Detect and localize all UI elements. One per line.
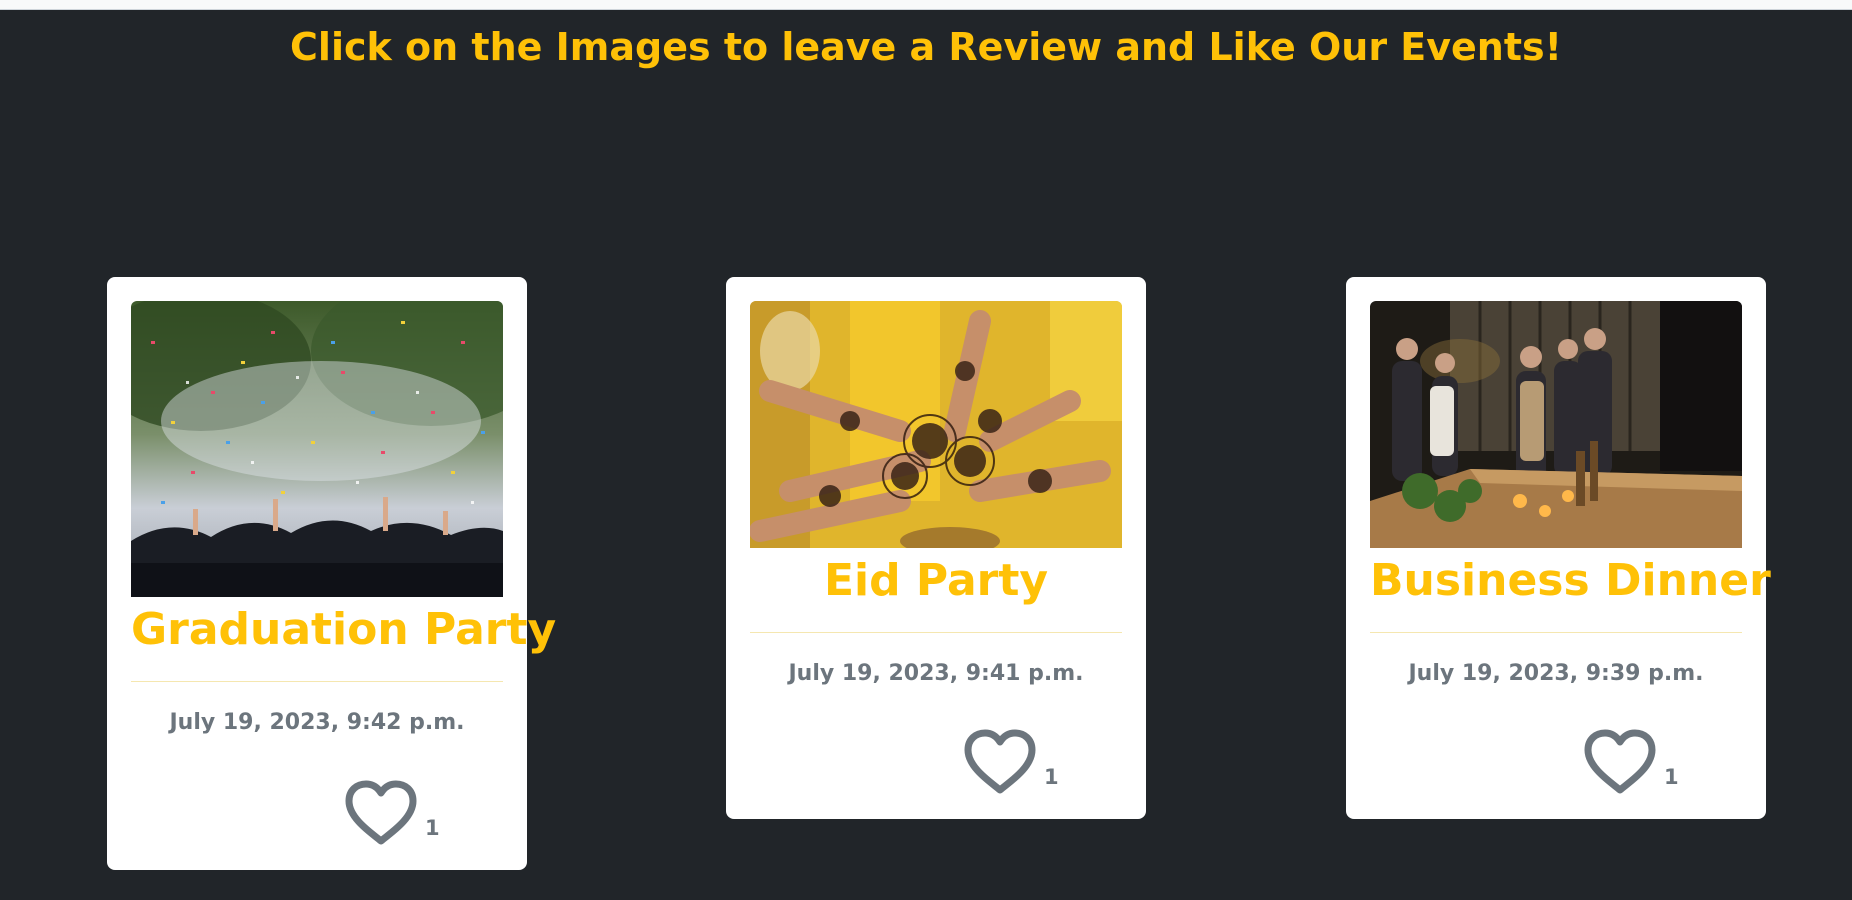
event-date: July 19, 2023, 9:39 p.m.	[1408, 661, 1704, 686]
divider	[1370, 632, 1742, 633]
divider	[750, 632, 1122, 633]
event-card-graduation: Graduation Party July 19, 2023, 9:42 p.m…	[107, 277, 557, 870]
event-image-link-business[interactable]	[1370, 301, 1742, 548]
event-title: Business Dinner	[1370, 555, 1771, 606]
business-dinner-image	[1370, 301, 1742, 548]
heart-icon[interactable]	[343, 779, 419, 847]
like-count: 1	[1664, 765, 1679, 789]
event-image-link-eid[interactable]	[750, 301, 1122, 548]
like-row: 1	[107, 779, 527, 849]
page-headline: Click on the Images to leave a Review an…	[290, 25, 1562, 69]
event-image-link-graduation[interactable]	[131, 301, 503, 597]
event-card-eid: Eid Party July 19, 2023, 9:41 p.m. 1	[726, 277, 1146, 819]
heart-icon[interactable]	[1582, 728, 1658, 796]
like-count: 1	[425, 816, 440, 840]
event-title: Eid Party	[823, 555, 1049, 606]
event-title: Graduation Party	[131, 604, 557, 655]
browser-top-strip	[0, 0, 1852, 10]
like-row: 1	[1346, 728, 1766, 798]
like-row: 1	[726, 728, 1146, 798]
graduation-confetti-image	[131, 301, 503, 597]
event-date: July 19, 2023, 9:42 p.m.	[169, 710, 465, 735]
divider	[131, 681, 503, 682]
henna-hands-image	[750, 301, 1122, 548]
heart-icon[interactable]	[962, 728, 1038, 796]
like-count: 1	[1044, 765, 1059, 789]
event-date: July 19, 2023, 9:41 p.m.	[788, 661, 1084, 686]
event-card-business: Business Dinner July 19, 2023, 9:39 p.m.…	[1346, 277, 1771, 819]
